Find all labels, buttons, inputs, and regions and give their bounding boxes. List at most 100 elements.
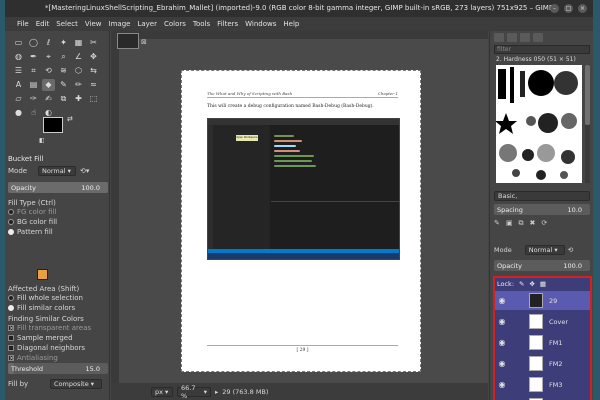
menu-select[interactable]: Select xyxy=(56,20,78,28)
layers-list[interactable]: Lock: ✎ ✥ ▦ ◉ 29 ◉ Cover ◉ FM1 ◉ FM2 ◉ FM3 ◉FM4 xyxy=(493,276,592,400)
free-select-tool-icon[interactable]: ℓ xyxy=(42,37,55,49)
layer-row[interactable]: ◉ FM2 xyxy=(495,354,590,373)
ink-tool-icon[interactable]: ✑ xyxy=(27,93,40,105)
rect-select-tool-icon[interactable]: ▭ xyxy=(12,37,25,49)
foreground-select-tool-icon[interactable]: ◍ xyxy=(12,51,25,63)
fuzzy-select-tool-icon[interactable]: ✦ xyxy=(57,37,70,49)
lock-alpha-icon[interactable]: ▦ xyxy=(540,280,546,288)
spacing-slider[interactable]: Spacing 10.0 xyxy=(494,204,590,215)
align-tool-icon[interactable]: ☰ xyxy=(12,65,25,77)
layer-row[interactable]: ◉ FM3 xyxy=(495,375,590,394)
image-tab-close-icon[interactable]: ⊠ xyxy=(141,38,147,46)
move-tool-icon[interactable]: ✥ xyxy=(87,51,100,63)
close-button[interactable]: × xyxy=(578,4,587,13)
menu-tools[interactable]: Tools xyxy=(193,20,210,28)
visibility-eye-icon[interactable]: ◉ xyxy=(495,338,509,347)
mode-combo[interactable]: Normal ▾ xyxy=(38,165,76,176)
delete-brush-icon[interactable]: ✖ xyxy=(530,219,536,228)
text-tool-icon[interactable]: A xyxy=(12,79,25,91)
layer-mode-combo[interactable]: Normal ▾ xyxy=(524,244,565,255)
checkbox[interactable]: × xyxy=(8,354,14,361)
foreground-color[interactable] xyxy=(43,117,63,133)
lock-position-icon[interactable]: ✥ xyxy=(529,280,534,288)
layer-row[interactable]: ◉ Cover xyxy=(495,312,590,331)
perspective-clone-tool-icon[interactable]: ⬚ xyxy=(87,93,100,105)
menu-file[interactable]: File xyxy=(17,20,29,28)
smudge-tool-icon[interactable]: ☝ xyxy=(27,107,40,119)
paths-tool-icon[interactable]: ✒ xyxy=(27,51,40,63)
menu-windows[interactable]: Windows xyxy=(245,20,276,28)
new-brush-icon[interactable]: ▣ xyxy=(506,219,513,228)
lock-pixels-icon[interactable]: ✎ xyxy=(519,280,524,288)
radio-button[interactable] xyxy=(8,294,14,301)
bucket-fill-tool-icon[interactable]: ◆ xyxy=(42,79,55,91)
unit-combo[interactable]: px ▾ xyxy=(151,386,173,397)
fonts-tab[interactable] xyxy=(520,33,530,42)
zoom-combo[interactable]: 66.7 % ▾ xyxy=(177,384,211,400)
reset-colors-icon[interactable]: ◧ xyxy=(39,137,45,144)
layer-row[interactable]: ◉FM4 xyxy=(495,396,590,400)
radio-button[interactable] xyxy=(8,304,14,311)
layer-row[interactable]: ◉ FM1 xyxy=(495,333,590,352)
refresh-brushes-icon[interactable]: ⟳ xyxy=(541,219,547,228)
checkbox[interactable]: × xyxy=(8,324,14,331)
threshold-slider[interactable]: Threshold 15.0 xyxy=(8,363,108,374)
document-page[interactable]: The What and Why of Scripting with Bash … xyxy=(181,70,421,372)
brush-filter-input[interactable]: filter xyxy=(494,45,590,54)
image-tab-thumbnail[interactable] xyxy=(117,33,139,49)
mypaint-brush-tool-icon[interactable]: ✍ xyxy=(42,93,55,105)
checkbox[interactable] xyxy=(8,334,14,341)
nav-icon[interactable]: ▸ xyxy=(215,388,218,396)
menu-image[interactable]: Image xyxy=(109,20,131,28)
menu-colors[interactable]: Colors xyxy=(164,20,186,28)
blur-tool-icon[interactable]: ● xyxy=(12,107,25,119)
color-picker-tool-icon[interactable]: ⌖ xyxy=(42,51,55,63)
visibility-eye-icon[interactable]: ◉ xyxy=(495,359,509,368)
maximize-button[interactable]: □ xyxy=(564,4,573,13)
unified-transform-tool-icon[interactable]: ⟲ xyxy=(42,65,55,77)
layer-row[interactable]: ◉ 29 xyxy=(495,291,590,310)
brush-scrollbar[interactable] xyxy=(585,65,590,183)
brushes-tab[interactable] xyxy=(494,33,504,42)
opacity-slider[interactable]: Opacity 100.0 xyxy=(8,182,108,193)
reset-mode-icon[interactable]: ⟲▾ xyxy=(80,167,89,175)
pencil-tool-icon[interactable]: ✏ xyxy=(72,79,85,91)
menu-view[interactable]: View xyxy=(85,20,102,28)
document-history-tab[interactable] xyxy=(533,33,543,42)
visibility-eye-icon[interactable]: ◉ xyxy=(495,380,509,389)
visibility-eye-icon[interactable]: ◉ xyxy=(495,317,509,326)
crop-tool-icon[interactable]: ⌗ xyxy=(27,65,40,77)
cage-transform-tool-icon[interactable]: ⬡ xyxy=(72,65,85,77)
menu-layer[interactable]: Layer xyxy=(137,20,157,28)
duplicate-brush-icon[interactable]: ⧉ xyxy=(519,219,524,228)
fill-by-combo[interactable]: Composite ▾ xyxy=(50,378,102,389)
paintbrush-tool-icon[interactable]: ✎ xyxy=(57,79,70,91)
heal-tool-icon[interactable]: ✚ xyxy=(72,93,85,105)
select-by-color-tool-icon[interactable]: ▦ xyxy=(72,37,85,49)
checkbox[interactable] xyxy=(8,344,14,351)
patterns-tab[interactable] xyxy=(507,33,517,42)
zoom-tool-icon[interactable]: ⌕ xyxy=(57,51,70,63)
brush-grid[interactable] xyxy=(495,65,582,183)
menu-help[interactable]: Help xyxy=(283,20,299,28)
layer-opacity-slider[interactable]: Opacity 100.0 xyxy=(494,260,590,271)
radio-button[interactable] xyxy=(8,228,14,235)
radio-button[interactable] xyxy=(8,218,14,225)
fill-type-option[interactable]: Pattern fill xyxy=(8,226,108,237)
affected-area-option[interactable]: Fill similar colors xyxy=(8,302,108,313)
layer-mode-reset-icon[interactable]: ⟲ xyxy=(568,246,573,254)
warp-transform-tool-icon[interactable]: ≋ xyxy=(57,65,70,77)
brush-preset-combo[interactable]: Basic, xyxy=(494,191,590,201)
menu-filters[interactable]: Filters xyxy=(217,20,238,28)
airbrush-tool-icon[interactable]: ≈ xyxy=(87,79,100,91)
radio-button[interactable] xyxy=(8,208,14,215)
flip-tool-icon[interactable]: ⇆ xyxy=(87,65,100,77)
scissors-tool-icon[interactable]: ✂ xyxy=(87,37,100,49)
menu-edit[interactable]: Edit xyxy=(36,20,50,28)
pattern-swatch[interactable] xyxy=(37,269,48,280)
eraser-tool-icon[interactable]: ▱ xyxy=(12,93,25,105)
edit-brush-icon[interactable]: ✎ xyxy=(494,219,500,228)
gradient-tool-icon[interactable]: ▤ xyxy=(27,79,40,91)
measure-tool-icon[interactable]: ∠ xyxy=(72,51,85,63)
minimize-button[interactable]: – xyxy=(550,4,559,13)
